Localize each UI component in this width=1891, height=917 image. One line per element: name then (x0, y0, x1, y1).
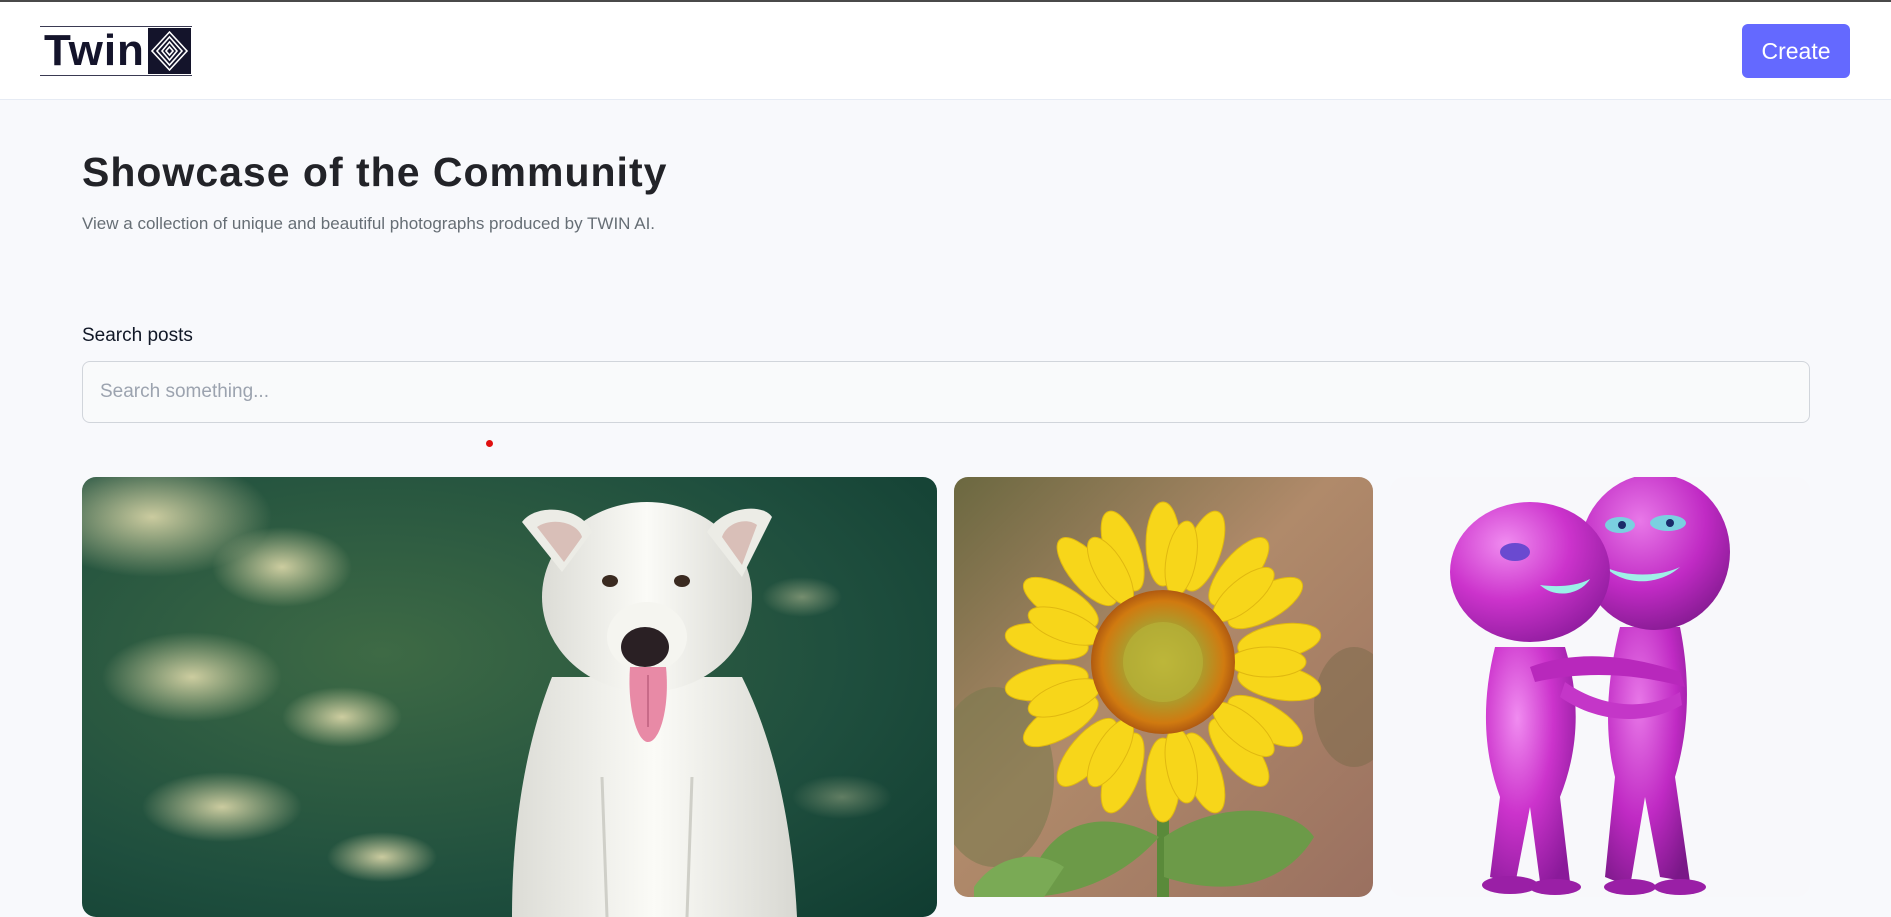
page-title: Showcase of the Community (82, 149, 668, 195)
top-nav: Twin Create (0, 2, 1891, 100)
purple-figures-image (1390, 477, 1810, 897)
white-dog-image (82, 477, 937, 917)
mouse-cursor-indicator (486, 440, 493, 447)
gallery-card-white-dog[interactable] (82, 477, 937, 917)
search-label: Search posts (82, 325, 193, 346)
create-button[interactable]: Create (1742, 24, 1850, 78)
sunflower-image (954, 477, 1373, 897)
diamond-logo-icon (148, 28, 191, 74)
search-input[interactable] (82, 361, 1810, 423)
logo-wordmark: Twin (44, 26, 145, 75)
twin-logo[interactable]: Twin (40, 26, 192, 76)
gallery-card-sunflower[interactable] (954, 477, 1373, 897)
page-subtitle: View a collection of unique and beautifu… (82, 214, 656, 233)
main-content: Showcase of the Community View a collect… (0, 101, 1891, 917)
gallery-card-purple-figures[interactable] (1390, 477, 1810, 897)
